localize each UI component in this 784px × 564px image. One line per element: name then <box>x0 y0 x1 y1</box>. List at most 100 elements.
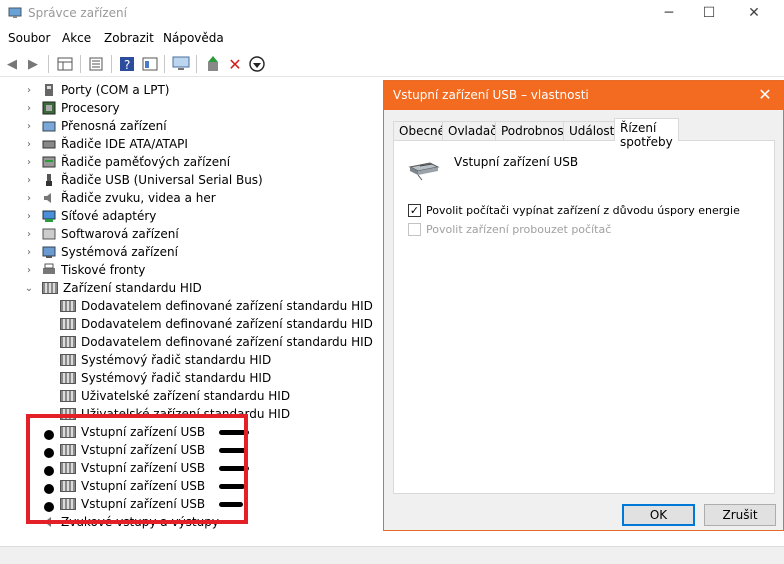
tree-item[interactable]: Dodavatelem definované zařízení standard… <box>60 333 373 351</box>
chevron-right-icon[interactable]: › <box>24 247 34 258</box>
properties-dialog: Vstupní zařízení USB – vlastnosti ✕ Obec… <box>383 80 784 531</box>
tree-category[interactable]: › Systémová zařízení <box>24 243 178 261</box>
allow-power-off-label: Povolit počítači vypínat zařízení z důvo… <box>426 204 740 217</box>
close-button[interactable]: ✕ <box>731 0 777 28</box>
tree-label: Tiskové fronty <box>61 263 146 277</box>
chevron-right-icon[interactable]: › <box>24 157 34 168</box>
chevron-right-icon[interactable]: › <box>24 193 34 204</box>
menu-soubor[interactable]: Soubor <box>8 31 50 45</box>
hid-device-icon <box>60 354 76 366</box>
chevron-right-icon[interactable]: › <box>24 121 34 132</box>
scan-hardware-icon[interactable] <box>172 55 190 73</box>
tree-label: Systémový řadič standardu HID <box>81 371 272 385</box>
tree-label: Dodavatelem definované zařízení standard… <box>81 299 373 313</box>
disable-device-icon[interactable] <box>248 55 266 73</box>
allow-wake-checkbox: Povolit zařízení probouzet počítač <box>408 223 611 236</box>
chevron-right-icon[interactable]: › <box>24 211 34 222</box>
view-icon[interactable] <box>141 55 159 73</box>
device-manager-icon <box>8 7 22 18</box>
chevron-down-icon[interactable]: ⌄ <box>24 283 34 294</box>
tree-category[interactable]: › Porty (COM a LPT) <box>24 81 169 99</box>
tree-label: Řadiče USB (Universal Serial Bus) <box>61 173 263 187</box>
chevron-right-icon[interactable]: › <box>24 85 34 96</box>
title-bar: Správce zařízení ─ ☐ ✕ <box>0 0 784 28</box>
ide-controller-icon <box>42 140 56 149</box>
chevron-right-icon[interactable]: › <box>24 265 34 276</box>
uninstall-icon[interactable]: ✕ <box>226 55 244 74</box>
tree-category[interactable]: › Řadiče IDE ATA/ATAPI <box>24 135 188 153</box>
tree-category[interactable]: › Tiskové fronty <box>24 261 145 279</box>
tree-label: Síťové adaptéry <box>61 209 157 223</box>
toolbar-separator <box>196 55 197 73</box>
tree-item[interactable]: Uživatelské zařízení standardu HID <box>60 387 290 405</box>
back-arrow-icon[interactable]: ◀ <box>3 55 21 73</box>
chevron-right-icon[interactable]: › <box>24 103 34 114</box>
dialog-close-icon[interactable]: ✕ <box>755 85 775 105</box>
highlight-rectangle <box>26 414 248 524</box>
tree-label: Přenosná zařízení <box>61 119 167 133</box>
chevron-right-icon[interactable]: › <box>24 139 34 150</box>
toolbar-separator <box>164 55 165 73</box>
software-device-icon <box>42 228 56 240</box>
tree-item[interactable]: Dodavatelem definované zařízení standard… <box>60 315 373 333</box>
allow-wake-label: Povolit zařízení probouzet počítač <box>426 223 612 236</box>
tree-label: Softwarová zařízení <box>61 227 179 241</box>
cancel-button[interactable]: Zrušit <box>704 504 776 526</box>
checkbox-disabled <box>408 223 421 236</box>
tree-category[interactable]: › Řadiče zvuku, videa a her <box>24 189 216 207</box>
hid-device-icon <box>60 336 76 348</box>
update-driver-icon[interactable] <box>204 55 222 73</box>
properties-grid-icon[interactable] <box>56 55 74 73</box>
tree-item[interactable]: Systémový řadič standardu HID <box>60 351 271 369</box>
maximize-button[interactable]: ☐ <box>686 0 732 28</box>
tree-label: Dodavatelem definované zařízení standard… <box>81 317 373 331</box>
tree-category[interactable]: › Řadiče USB (Universal Serial Bus) <box>24 171 263 189</box>
tree-label: Systémová zařízení <box>61 245 178 259</box>
menu-bar: Soubor Akce Zobrazit Nápověda <box>0 28 784 50</box>
storage-controller-icon <box>42 156 56 168</box>
hid-device-icon <box>42 282 58 294</box>
usb-input-device-icon <box>408 162 440 181</box>
window-title: Správce zařízení <box>28 6 127 20</box>
system-device-icon <box>42 246 56 258</box>
tree-label: Zařízení standardu HID <box>63 281 202 295</box>
tree-label: Řadiče paměťových zařízení <box>61 155 231 169</box>
tree-label: Uživatelské zařízení standardu HID <box>81 389 291 403</box>
tree-label: Řadiče IDE ATA/ATAPI <box>61 137 188 151</box>
toolbar-separator <box>48 55 49 73</box>
menu-akce[interactable]: Akce <box>62 31 91 45</box>
checkbox-checked[interactable]: ✓ <box>408 204 421 217</box>
list-view-icon[interactable] <box>87 55 105 73</box>
tree-category[interactable]: › Přenosná zařízení <box>24 117 167 135</box>
ok-button[interactable]: OK <box>622 504 695 526</box>
tree-label: Řadiče zvuku, videa a her <box>61 191 216 205</box>
forward-arrow-icon[interactable]: ▶ <box>24 55 42 73</box>
hid-device-icon <box>60 318 76 330</box>
allow-power-off-checkbox[interactable]: ✓ Povolit počítači vypínat zařízení z dů… <box>408 204 740 217</box>
tree-category[interactable]: › Softwarová zařízení <box>24 225 179 243</box>
tree-item[interactable]: Systémový řadič standardu HID <box>60 369 271 387</box>
speaker-icon <box>44 193 51 203</box>
help-icon[interactable]: ? <box>118 55 136 73</box>
power-management-panel: Vstupní zařízení USB ✓ Povolit počítači … <box>393 140 775 494</box>
tree-category[interactable]: › Řadiče paměťových zařízení <box>24 153 230 171</box>
processor-icon <box>42 101 56 115</box>
tree-category[interactable]: › Procesory <box>24 99 120 117</box>
chevron-right-icon[interactable]: › <box>24 229 34 240</box>
dialog-title-bar: Vstupní zařízení USB – vlastnosti ✕ <box>384 81 783 110</box>
menu-zobrazit[interactable]: Zobrazit <box>104 31 154 45</box>
network-adapter-icon <box>42 210 56 222</box>
tree-category-expanded[interactable]: ⌄ Zařízení standardu HID <box>24 279 202 297</box>
chevron-right-icon[interactable]: › <box>24 175 34 186</box>
printer-icon <box>43 263 55 274</box>
tree-item[interactable]: Dodavatelem definované zařízení standard… <box>60 297 373 315</box>
hid-device-icon <box>60 372 76 384</box>
tree-label: Procesory <box>61 101 120 115</box>
status-bar <box>0 546 784 564</box>
svg-text:?: ? <box>124 58 130 72</box>
tab-ovladac[interactable]: Ovladač <box>442 121 503 141</box>
toolbar-separator <box>80 55 81 73</box>
menu-napoveda[interactable]: Nápověda <box>163 31 224 45</box>
tree-category[interactable]: › Síťové adaptéry <box>24 207 156 225</box>
tab-rizeni-spotreby[interactable]: Řízení spotřeby <box>614 118 679 149</box>
